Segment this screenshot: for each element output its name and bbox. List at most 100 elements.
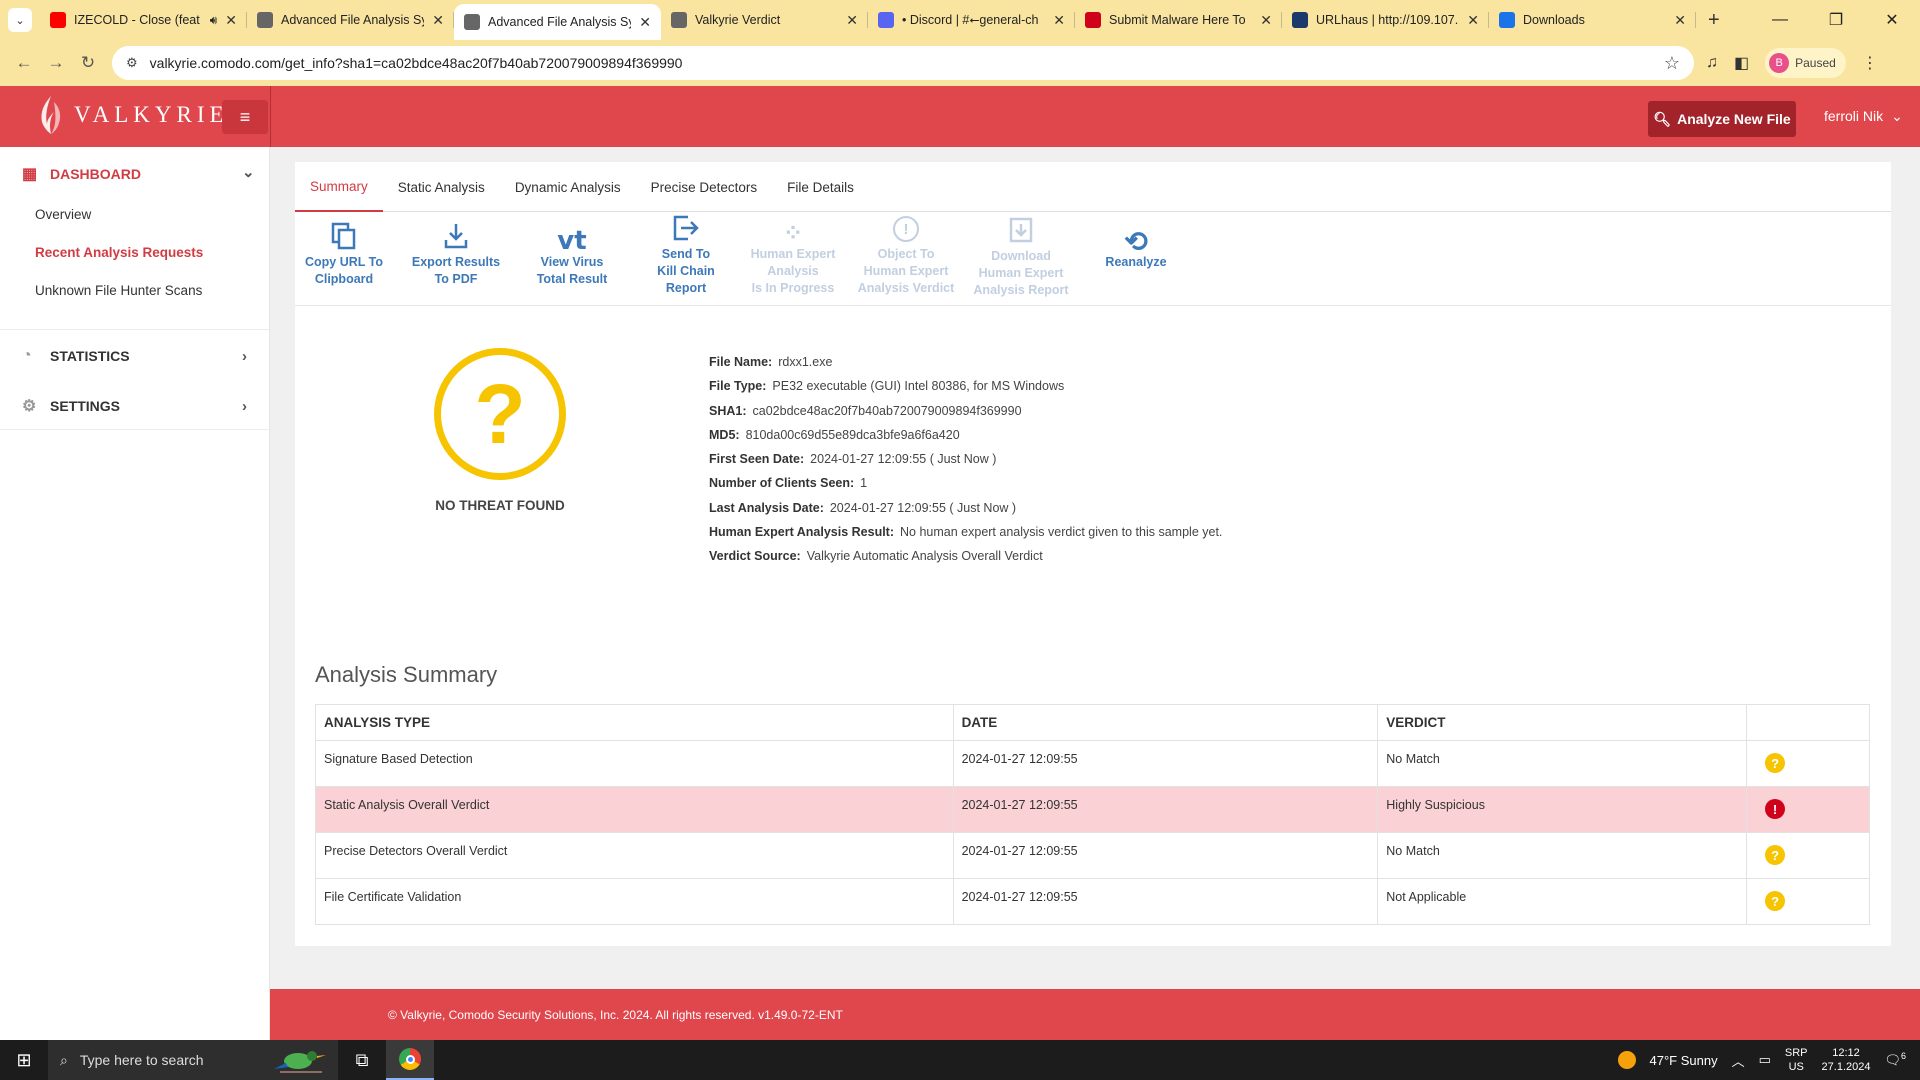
forward-icon[interactable]: → <box>40 47 72 79</box>
send-icon <box>673 215 699 241</box>
table-row: File Certificate Validation 2024-01-27 1… <box>315 878 1870 925</box>
tab-search-button[interactable]: ⌄ <box>8 8 32 32</box>
tab-static-analysis[interactable]: Static Analysis <box>383 162 500 212</box>
windows-start-icon[interactable]: ⊞ <box>0 1040 48 1080</box>
action-toolbar: Copy URL To Clipboard Export Results To … <box>295 212 1891 306</box>
sidebar-settings-label: SETTINGS <box>50 398 121 414</box>
weather-text[interactable]: 47°F Sunny <box>1650 1053 1718 1068</box>
verdict-indicator: ? NO THREAT FOUND <box>425 348 575 513</box>
user-menu[interactable]: ferroli Nik ⌄ <box>1824 108 1903 125</box>
new-tab-button[interactable]: + <box>1696 9 1732 32</box>
sidebar-item-unknown-file-hunter[interactable]: Unknown File Hunter Scans <box>35 283 202 298</box>
export-pdf-button[interactable]: Export Results To PDF <box>401 216 511 288</box>
taskbar-search[interactable]: ⌕ Type here to search <box>48 1040 338 1080</box>
browser-tab[interactable]: Valkyrie Verdict ✕ <box>661 0 868 40</box>
user-name: ferroli Nik <box>1824 108 1884 124</box>
verdict-cell: Highly Suspicious <box>1377 786 1748 833</box>
close-tab-icon[interactable]: ✕ <box>1053 12 1065 29</box>
download-human-report-button: Download Human Expert Analysis Report <box>966 210 1076 299</box>
comodo-icon <box>1085 12 1101 28</box>
sidebar-item-recent-analysis[interactable]: Recent Analysis Requests <box>35 245 203 260</box>
chevron-right-icon: › <box>242 397 247 415</box>
sidebar-item-overview[interactable]: Overview <box>35 207 91 222</box>
side-panel-icon[interactable]: ◧ <box>1734 53 1749 73</box>
logo-text: VALKYRIE <box>74 102 229 127</box>
close-window-icon[interactable]: ✕ <box>1864 0 1920 40</box>
tab-file-details[interactable]: File Details <box>772 162 869 212</box>
clock[interactable]: 12:12 27.1.2024 <box>1822 1046 1871 1074</box>
close-tab-icon[interactable]: ✕ <box>225 12 237 29</box>
browser-menu-icon[interactable]: ⋮ <box>1862 53 1878 73</box>
valkyrie-logo[interactable]: VALKYRIE <box>36 94 229 136</box>
app-header: VALKYRIE ≡ 🔍︎ Analyze New File ferroli N… <box>0 86 1920 147</box>
address-bar-row: ← → ↻ ⚙ valkyrie.comodo.com/get_info?sha… <box>0 40 1920 86</box>
close-tab-icon[interactable]: ✕ <box>639 14 651 31</box>
column-header-icon <box>1746 704 1870 741</box>
detail-md5: MD5: 810da00c69d55e89dca3bfe9a6f6a420 <box>709 427 960 442</box>
browser-tab[interactable]: Submit Malware Here To ✕ <box>1075 0 1282 40</box>
youtube-icon <box>50 12 66 28</box>
virustotal-icon: vt <box>557 226 587 256</box>
chrome-taskbar-icon[interactable] <box>386 1040 434 1080</box>
media-controls-icon[interactable]: ♫ <box>1706 54 1718 72</box>
close-tab-icon[interactable]: ✕ <box>846 12 858 29</box>
close-tab-icon[interactable]: ✕ <box>432 12 444 29</box>
sidebar-dashboard-label: DASHBOARD <box>50 166 141 182</box>
menu-toggle-button[interactable]: ≡ <box>222 100 268 134</box>
tab-title: Downloads <box>1523 13 1585 27</box>
detail-file-name: File Name: rdxx1.exe <box>709 355 833 369</box>
browser-tab[interactable]: URLhaus | http://109.107. ✕ <box>1282 0 1489 40</box>
sidebar-item-statistics[interactable]: ◔ STATISTICS › <box>0 343 270 369</box>
send-kill-chain-button[interactable]: Send To Kill Chain Report <box>631 208 741 297</box>
analyze-new-file-button[interactable]: 🔍︎ Analyze New File <box>1648 101 1796 137</box>
weather-sun-icon[interactable] <box>1617 1051 1636 1069</box>
reanalyze-button[interactable]: ⟲ Reanalyze <box>1081 216 1191 271</box>
reload-icon[interactable]: ↻ <box>72 47 104 79</box>
download-report-icon <box>1009 217 1033 243</box>
sidebar-item-settings[interactable]: ⚙ SETTINGS › <box>0 393 270 419</box>
browser-tab[interactable]: • Discord | #⭠general-ch ✕ <box>868 0 1075 40</box>
copy-url-button[interactable]: Copy URL To Clipboard <box>289 216 399 288</box>
speaker-icon[interactable]: 🔊︎ <box>210 13 218 28</box>
analysis-tabs: Summary Static Analysis Dynamic Analysis… <box>295 162 1891 212</box>
task-view-icon[interactable]: ⧉ <box>338 1040 386 1080</box>
valkyrie-icon <box>671 12 687 28</box>
chevron-up-icon[interactable]: ︿ <box>1732 1051 1745 1070</box>
tab-dynamic-analysis[interactable]: Dynamic Analysis <box>500 162 636 212</box>
profile-button[interactable]: B Paused <box>1765 48 1846 78</box>
back-icon[interactable]: ← <box>8 47 40 79</box>
close-tab-icon[interactable]: ✕ <box>1467 12 1479 29</box>
browser-tab[interactable]: IZECOLD - Close (feat 🔊︎ ✕ <box>40 0 247 40</box>
tab-precise-detectors[interactable]: Precise Detectors <box>636 162 773 212</box>
view-virustotal-button[interactable]: vt View Virus Total Result <box>517 216 627 288</box>
close-tab-icon[interactable]: ✕ <box>1260 12 1272 29</box>
sidebar-item-dashboard[interactable]: ▦ DASHBOARD ⌄ <box>0 161 270 187</box>
minimize-icon[interactable]: — <box>1752 0 1808 40</box>
question-icon: ? <box>1765 753 1786 773</box>
profile-status: Paused <box>1795 56 1836 70</box>
browser-tab[interactable]: Advanced File Analysis Sy ✕ <box>247 0 454 40</box>
language-indicator[interactable]: SRP US <box>1785 1046 1808 1074</box>
analyze-button-label: Analyze New File <box>1677 111 1791 127</box>
date-cell: 2024-01-27 12:09:55 <box>952 878 1379 925</box>
network-icon[interactable]: ▭ <box>1759 1052 1771 1068</box>
question-icon: ? <box>1765 845 1786 865</box>
dashboard-grid-icon: ▦ <box>22 166 38 183</box>
detail-file-type: File Type: PE32 executable (GUI) Intel 80… <box>709 379 1065 394</box>
sidebar-statistics-label: STATISTICS <box>50 348 130 364</box>
spinner-icon: ⁘ <box>782 220 804 247</box>
verdict-icon-cell: ! <box>1746 786 1870 833</box>
close-tab-icon[interactable]: ✕ <box>1674 12 1686 29</box>
page-footer: © Valkyrie, Comodo Security Solutions, I… <box>270 989 1920 1040</box>
url-input[interactable]: ⚙ valkyrie.comodo.com/get_info?sha1=ca02… <box>112 46 1694 80</box>
reanalyze-icon: ⟲ <box>1124 226 1148 257</box>
download-icon <box>444 224 468 249</box>
bookmark-star-icon[interactable]: ☆ <box>1664 53 1680 74</box>
tab-summary[interactable]: Summary <box>295 162 383 212</box>
notifications-icon[interactable]: 🗨︎6 <box>1884 1051 1906 1068</box>
site-info-icon[interactable]: ⚙ <box>126 55 138 71</box>
discord-icon <box>878 12 894 28</box>
restore-icon[interactable]: ❐ <box>1808 0 1864 40</box>
browser-tab[interactable]: Downloads ✕ <box>1489 0 1696 40</box>
browser-tab[interactable]: Advanced File Analysis Sy ✕ <box>454 4 661 40</box>
